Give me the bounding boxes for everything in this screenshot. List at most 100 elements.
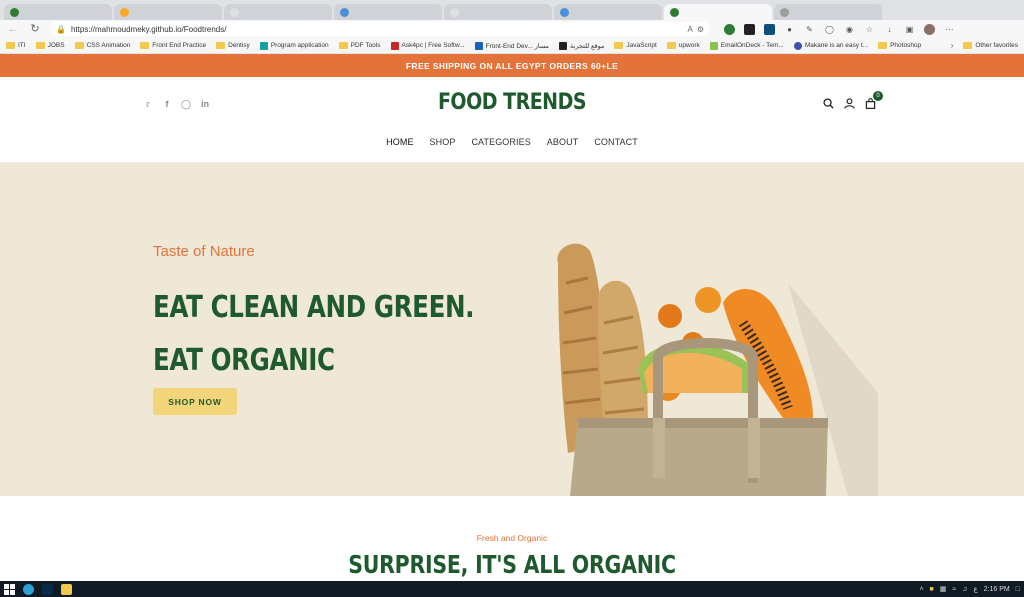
- bookmark-item[interactable]: upwork: [666, 42, 700, 49]
- hero-tagline: Taste of Nature: [153, 243, 255, 260]
- nav-home[interactable]: HOME: [386, 137, 413, 147]
- bookmark-item[interactable]: Front-End Dev... مسار: [474, 41, 549, 50]
- browser-tab[interactable]: [334, 4, 442, 20]
- hero-title: EAT CLEAN AND GREEN. EAT ORGANIC: [153, 281, 475, 387]
- tab-favicon: [450, 7, 459, 17]
- browser-tab[interactable]: [114, 4, 222, 20]
- tab-favicon: [670, 7, 679, 17]
- edge-browser-icon[interactable]: [23, 583, 34, 595]
- nav-categories[interactable]: CATEGORIES: [471, 137, 530, 147]
- shipping-banner: FREE SHIPPING ON ALL EGYPT ORDERS 60+LE: [0, 54, 1024, 77]
- hero-section: Taste of Nature EAT CLEAN AND GREEN. EAT…: [0, 163, 1024, 496]
- browser-tab[interactable]: [224, 4, 332, 20]
- bookmarks-overflow-chevron-icon[interactable]: ›: [951, 41, 954, 50]
- cart-button[interactable]: 0: [864, 91, 883, 109]
- read-aloud-icon[interactable]: A: [687, 25, 692, 34]
- profile-avatar-icon[interactable]: [924, 23, 935, 35]
- user-icon[interactable]: [843, 97, 855, 109]
- wifi-icon[interactable]: ≈: [952, 586, 956, 593]
- fruit-image: [658, 304, 682, 328]
- bookmark-item[interactable]: Program application: [259, 41, 329, 50]
- volume-icon[interactable]: ♫: [962, 586, 967, 593]
- tab-favicon: [230, 7, 239, 17]
- header-actions: 0: [822, 91, 883, 109]
- address-bar[interactable]: 🔒 A ⚙: [50, 22, 710, 36]
- bookmark-item[interactable]: Ask4pc | Free Softw...: [390, 41, 465, 50]
- bookmark-favicon: [709, 41, 718, 50]
- extension-icon[interactable]: [744, 23, 755, 35]
- extension-icon[interactable]: [724, 23, 735, 35]
- bookmark-item[interactable]: Front End Practice: [140, 42, 206, 49]
- nav-about[interactable]: ABOUT: [547, 137, 579, 147]
- extension-icon[interactable]: ◉: [844, 24, 855, 35]
- shield-icon[interactable]: ◯: [824, 24, 835, 35]
- tab-favicon: [10, 7, 19, 17]
- folder-icon: [74, 42, 84, 49]
- fruit-image: [695, 287, 721, 313]
- browser-tab[interactable]: [554, 4, 662, 20]
- site-settings-icon[interactable]: ⚙: [697, 25, 704, 34]
- microphone-icon[interactable]: ●: [784, 24, 795, 35]
- refresh-icon[interactable]: ↻: [28, 22, 42, 36]
- location-pin-icon: [793, 41, 802, 50]
- section-title: SURPRISE, IT'S ALL ORGANIC: [348, 550, 676, 579]
- extension-icon[interactable]: [764, 23, 775, 35]
- browser-toolbar: ← ↻ 🔒 A ⚙ ● ✎ ◯ ◉ ☆ ↓ ▣ ⋯: [0, 20, 1024, 38]
- shop-now-button[interactable]: SHOP NOW: [153, 388, 237, 415]
- tray-app-icon[interactable]: ■: [930, 586, 934, 593]
- clock[interactable]: 2:16 PM: [984, 586, 1010, 593]
- grocery-bag-illustration: [557, 243, 878, 496]
- network-icon[interactable]: ▦: [940, 585, 947, 593]
- file-explorer-icon[interactable]: [61, 583, 72, 595]
- cart-count-badge: 0: [873, 91, 883, 101]
- site-header: 𝕣 f ◯ in FOOD TRENDS 0 HOME SHOP CATEGOR…: [0, 77, 1024, 163]
- folder-icon: [878, 42, 888, 49]
- notifications-icon[interactable]: □: [1016, 586, 1020, 593]
- bookmark-item[interactable]: CSS Animation: [74, 42, 130, 49]
- nav-shop[interactable]: SHOP: [430, 137, 456, 147]
- back-arrow-icon[interactable]: ←: [6, 22, 20, 36]
- section-subtitle: Fresh and Organic: [476, 533, 548, 543]
- nav-contact[interactable]: CONTACT: [594, 137, 638, 147]
- browser-tabstrip: [0, 0, 1024, 20]
- favorites-star-icon[interactable]: ☆: [864, 24, 875, 35]
- bookmark-favicon: [559, 41, 568, 50]
- browser-tab[interactable]: [444, 4, 552, 20]
- other-favorites[interactable]: Other favorites: [963, 42, 1018, 49]
- hero-title-line2: EAT ORGANIC: [153, 343, 335, 378]
- intro-section: Fresh and Organic SURPRISE, IT'S ALL ORG…: [0, 496, 1024, 580]
- search-icon[interactable]: [822, 97, 834, 109]
- bookmarks-bar: ITI JOBS CSS Animation Front End Practic…: [0, 38, 1024, 54]
- download-icon[interactable]: ↓: [884, 24, 895, 35]
- tray-chevron-icon[interactable]: ˄: [919, 586, 923, 593]
- browser-tab-active[interactable]: [664, 4, 772, 20]
- bookmark-item[interactable]: EmailOnDeck - Tem...: [709, 41, 784, 50]
- system-tray: ˄ ■ ▦ ≈ ♫ ع 2:16 PM □: [919, 585, 1020, 594]
- windows-taskbar: ˄ ■ ▦ ≈ ♫ ع 2:16 PM □: [0, 581, 1024, 597]
- main-nav: HOME SHOP CATEGORIES ABOUT CONTACT: [0, 137, 1024, 147]
- folder-icon: [6, 42, 15, 49]
- bookmark-item[interactable]: Makane is an easy t...: [793, 41, 868, 50]
- bookmark-favicon: [259, 41, 268, 50]
- bookmark-item[interactable]: Dentisy: [216, 42, 250, 49]
- bookmark-item[interactable]: ITI: [6, 42, 26, 49]
- tab-favicon: [780, 7, 789, 17]
- url-input[interactable]: [70, 24, 683, 34]
- bookmark-item[interactable]: موقع للتجربة: [559, 41, 604, 50]
- photoshop-icon[interactable]: [42, 583, 53, 595]
- bookmark-item[interactable]: Photoshop: [878, 42, 921, 49]
- folder-icon: [140, 42, 150, 49]
- color-picker-icon[interactable]: ✎: [804, 24, 815, 35]
- browser-tab[interactable]: [4, 4, 112, 20]
- folder-icon: [666, 42, 676, 49]
- browser-tab[interactable]: [774, 4, 882, 20]
- bookmark-item[interactable]: PDF Tools: [338, 42, 381, 49]
- collections-icon[interactable]: ▣: [904, 24, 915, 35]
- language-indicator[interactable]: ع: [974, 585, 978, 593]
- lock-icon: 🔒: [56, 24, 66, 34]
- windows-start-icon[interactable]: [4, 583, 15, 595]
- tab-favicon: [120, 7, 129, 17]
- bookmark-item[interactable]: JOBS: [35, 42, 65, 49]
- more-menu-icon[interactable]: ⋯: [944, 24, 955, 35]
- bookmark-item[interactable]: JavaScript: [614, 42, 657, 49]
